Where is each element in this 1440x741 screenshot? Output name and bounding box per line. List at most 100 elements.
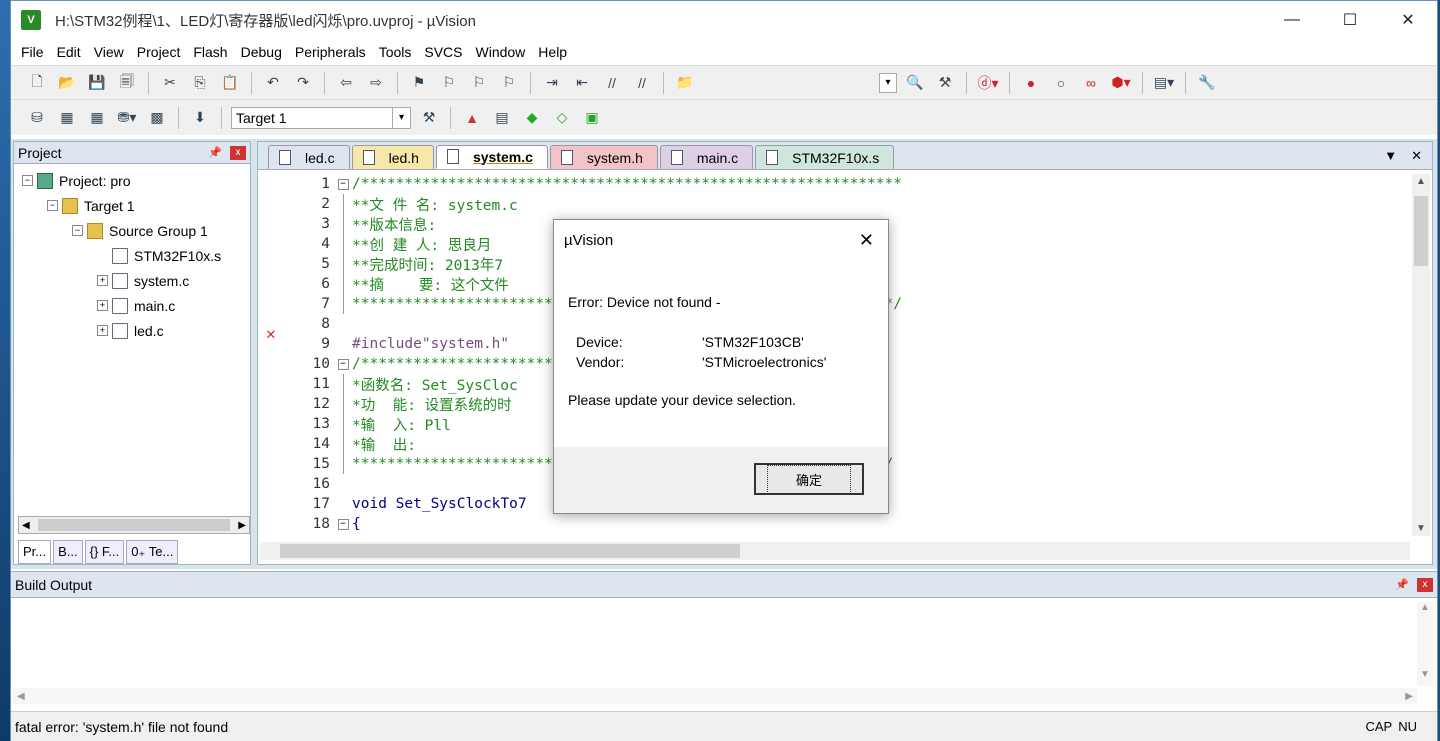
code-line[interactable]: 1−/*************************************…: [288, 174, 902, 194]
code-line[interactable]: 12 *功 能: 设置系统的时: [288, 394, 512, 414]
tree-item-project[interactable]: − Project: pro: [22, 168, 250, 193]
menu-peripherals[interactable]: Peripherals: [295, 44, 376, 60]
target-select[interactable]: Target 1 ▾: [231, 106, 411, 129]
batch-build-icon[interactable]: ⛃▾: [115, 107, 139, 129]
uncomment-icon[interactable]: //: [630, 72, 654, 94]
target-options-icon[interactable]: ⚒: [417, 107, 441, 129]
collapse-icon[interactable]: −: [47, 200, 58, 211]
expand-icon[interactable]: +: [97, 275, 108, 286]
tree-item-file[interactable]: STM32F10x.s: [22, 243, 250, 268]
tree-item-target[interactable]: − Target 1: [22, 193, 250, 218]
minimize-icon[interactable]: —: [1263, 1, 1321, 39]
nav-back-icon[interactable]: ⇦: [334, 72, 358, 94]
fold-toggle-icon[interactable]: −: [337, 178, 349, 190]
breakpoint-icon[interactable]: ●: [1019, 72, 1043, 94]
menu-help[interactable]: Help: [538, 44, 577, 60]
fold-toggle-icon[interactable]: −: [337, 518, 349, 530]
bookmark-clear-icon[interactable]: ⚐: [497, 72, 521, 94]
tab-system-h[interactable]: system.h: [549, 145, 658, 169]
tree-item-source-group[interactable]: − Source Group 1: [22, 218, 250, 243]
pin-icon[interactable]: 📌: [1395, 578, 1409, 591]
close-icon[interactable]: x: [230, 145, 246, 160]
bookmark-next-icon[interactable]: ⚐: [467, 72, 491, 94]
tab-list-icon[interactable]: ▼: [1384, 148, 1397, 164]
code-line[interactable]: 3 **版本信息:: [288, 214, 436, 234]
unindent-icon[interactable]: ⇤: [570, 72, 594, 94]
scroll-right-icon[interactable]: ▶: [238, 520, 246, 531]
cut-icon[interactable]: ✂: [158, 72, 182, 94]
manage-components-icon[interactable]: ▲: [460, 107, 484, 129]
file-extensions-icon[interactable]: ▤: [490, 107, 514, 129]
menu-window[interactable]: Window: [476, 44, 536, 60]
redo-icon[interactable]: ↷: [291, 72, 315, 94]
menu-edit[interactable]: Edit: [57, 44, 91, 60]
project-horizontal-scrollbar[interactable]: ◀ ▶: [18, 516, 250, 534]
new-file-icon[interactable]: 🗋: [25, 72, 49, 94]
code-line[interactable]: 13 *输 入: Pll: [288, 414, 451, 434]
menu-tools[interactable]: Tools: [379, 44, 422, 60]
scroll-left-icon[interactable]: ◀: [22, 520, 30, 531]
code-line[interactable]: 2 **文 件 名: system.c: [288, 194, 518, 214]
incremental-find-icon[interactable]: ⚒: [933, 72, 957, 94]
tab-books[interactable]: B...: [53, 540, 83, 564]
scroll-right-icon[interactable]: ▶: [1405, 691, 1413, 702]
scroll-down-icon[interactable]: ▼: [1412, 523, 1430, 534]
menu-flash[interactable]: Flash: [193, 44, 237, 60]
scroll-up-icon[interactable]: ▲: [1412, 176, 1430, 187]
code-line[interactable]: 18−{: [288, 514, 361, 534]
find-icon[interactable]: 🔍: [903, 72, 927, 94]
maximize-icon[interactable]: ☐: [1321, 1, 1379, 39]
menu-svcs[interactable]: SVCS: [424, 44, 472, 60]
scroll-left-icon[interactable]: ◀: [17, 691, 25, 702]
breakpoint-all-icon[interactable]: ⬢▾: [1109, 72, 1133, 94]
tab-main-c[interactable]: main.c: [659, 145, 754, 169]
tree-item-file[interactable]: + led.c: [22, 318, 250, 343]
code-line[interactable]: 8: [288, 314, 352, 334]
select-packs-icon[interactable]: ◆: [520, 107, 544, 129]
translate-icon[interactable]: ⛁: [25, 107, 49, 129]
tree-item-file[interactable]: + system.c: [22, 268, 250, 293]
menu-project[interactable]: Project: [137, 44, 191, 60]
pin-icon[interactable]: 📌: [208, 146, 222, 159]
bookmark-prev-icon[interactable]: ⚐: [437, 72, 461, 94]
menu-view[interactable]: View: [94, 44, 134, 60]
tree-item-file[interactable]: + main.c: [22, 293, 250, 318]
copy-icon[interactable]: ⎘: [188, 72, 212, 94]
configure-icon[interactable]: 🔧: [1195, 72, 1219, 94]
build-icon[interactable]: ▦: [55, 107, 79, 129]
debug-session-icon[interactable]: ⓓ▾: [976, 72, 1000, 94]
indent-icon[interactable]: ⇥: [540, 72, 564, 94]
breakpoint-disable-icon[interactable]: ○: [1049, 72, 1073, 94]
breakpoint-kill-icon[interactable]: ∞: [1079, 72, 1103, 94]
window-layout-icon[interactable]: ▤▾: [1152, 72, 1176, 94]
find-in-files-icon[interactable]: 📁: [673, 72, 697, 94]
find-combo-dropdown[interactable]: ▾: [879, 72, 897, 93]
tab-led-h[interactable]: led.h: [351, 145, 434, 169]
ok-button[interactable]: 确定: [754, 463, 864, 495]
expand-icon[interactable]: +: [97, 325, 108, 336]
download-icon[interactable]: ⬇: [188, 107, 212, 129]
run-time-env-icon[interactable]: ▣: [580, 107, 604, 129]
comment-icon[interactable]: //: [600, 72, 624, 94]
pack-installer-icon[interactable]: ◇: [550, 107, 574, 129]
close-icon[interactable]: ✕: [1411, 148, 1422, 164]
open-file-icon[interactable]: 📂: [55, 72, 79, 94]
tab-templates[interactable]: 0₊ Te...: [126, 540, 179, 564]
tab-functions[interactable]: {} F...: [84, 540, 125, 564]
expand-icon[interactable]: +: [97, 300, 108, 311]
build-output-text[interactable]: [13, 600, 1433, 688]
nav-forward-icon[interactable]: ⇨: [364, 72, 388, 94]
code-line[interactable]: 17 void Set_SysClockTo7: [288, 494, 527, 514]
rebuild-icon[interactable]: ▦: [85, 107, 109, 129]
close-icon[interactable]: ✕: [859, 230, 874, 251]
collapse-icon[interactable]: −: [72, 225, 83, 236]
build-horizontal-scrollbar[interactable]: ◀ ▶: [13, 688, 1417, 704]
code-line[interactable]: 9 #include"system.h": [288, 334, 509, 354]
stop-build-icon[interactable]: ▩: [145, 107, 169, 129]
code-line[interactable]: 11 *函数名: Set_SysCloc: [288, 374, 518, 394]
tab-led-c[interactable]: led.c: [268, 145, 350, 169]
editor-horizontal-scrollbar[interactable]: [260, 542, 1410, 560]
tab-project[interactable]: Pr...: [18, 540, 52, 564]
build-vertical-scrollbar[interactable]: ▲ ▼: [1417, 602, 1433, 686]
bookmark-icon[interactable]: ⚑: [407, 72, 431, 94]
